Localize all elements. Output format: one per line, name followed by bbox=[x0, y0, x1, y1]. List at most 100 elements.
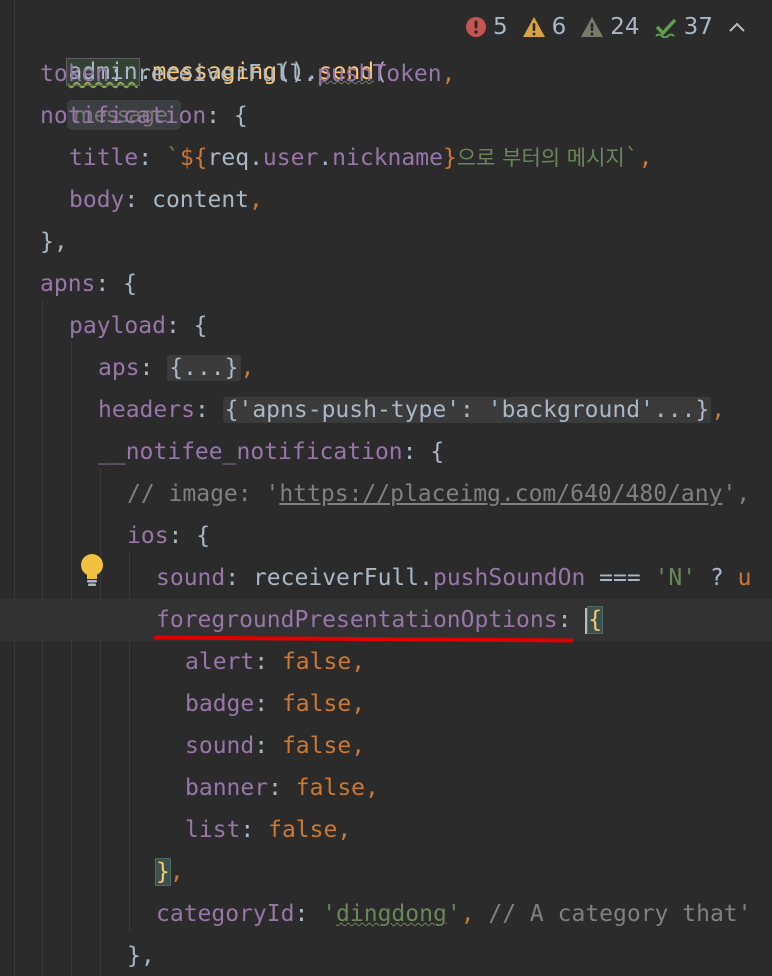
comment-url-link[interactable]: https://placeimg.com/640/480/any bbox=[279, 481, 722, 507]
code-line[interactable]: }, bbox=[40, 221, 68, 263]
prop-categoryId[interactable]: categoryId bbox=[156, 901, 294, 927]
prop-apns[interactable]: apns bbox=[40, 271, 95, 297]
prop-body[interactable]: body bbox=[69, 187, 124, 213]
punctuation: : { bbox=[206, 103, 248, 129]
code-line[interactable]: // image: 'https://placeimg.com/640/480/… bbox=[127, 473, 750, 515]
prop-badge[interactable]: badge bbox=[185, 691, 254, 717]
backtick: ` bbox=[624, 145, 639, 171]
lightbulb-icon[interactable] bbox=[78, 553, 106, 587]
comment: ', bbox=[722, 481, 751, 507]
folded-region[interactable]: {...} bbox=[167, 355, 241, 381]
identifier[interactable]: receiverFull bbox=[253, 565, 419, 591]
code-line[interactable]: sound: false, bbox=[185, 725, 365, 767]
prop-sound[interactable]: sound bbox=[156, 565, 225, 591]
comma: , bbox=[460, 901, 489, 927]
colon: : bbox=[124, 187, 153, 213]
code-line[interactable]: foregroundPresentationOptions: { bbox=[156, 599, 604, 641]
code-line[interactable]: }, bbox=[155, 851, 184, 893]
dot: . bbox=[318, 145, 333, 171]
comma: , bbox=[638, 145, 653, 171]
string-dingdong[interactable]: dingdong bbox=[336, 901, 447, 927]
code-line[interactable]: headers: {'apns-push-type': 'background'… bbox=[98, 389, 725, 431]
code-line[interactable]: title: `${req.user.nickname}으로 부터의 메시지`, bbox=[69, 137, 652, 179]
closing-brace: }, bbox=[40, 229, 68, 255]
weak-warning-count-value: 24 bbox=[610, 14, 640, 40]
code-line[interactable]: ios: { bbox=[127, 515, 210, 557]
identifier-req[interactable]: req bbox=[208, 145, 250, 171]
dot: . bbox=[303, 61, 317, 87]
code-line[interactable]: }, bbox=[127, 935, 155, 976]
colon: : bbox=[294, 901, 323, 927]
chevron-up-icon[interactable] bbox=[727, 20, 747, 34]
weak-warning-count[interactable]: 24 bbox=[580, 14, 640, 40]
prop-nickname[interactable]: nickname bbox=[332, 145, 443, 171]
code-line[interactable]: apns: { bbox=[40, 263, 137, 305]
code-line[interactable]: aps: {...}, bbox=[98, 347, 254, 389]
text-caret bbox=[585, 607, 588, 634]
dot: . bbox=[419, 565, 433, 591]
colon: : bbox=[254, 733, 282, 759]
prop-ios[interactable]: ios bbox=[127, 523, 169, 549]
code-line[interactable]: notification: { bbox=[40, 95, 248, 137]
operator: ? bbox=[696, 565, 738, 591]
prop-foregroundPresentationOptions[interactable]: foregroundPresentationOptions bbox=[156, 607, 558, 633]
code-line[interactable]: categoryId: 'dingdong', // A category th… bbox=[156, 893, 752, 935]
comma: , bbox=[441, 61, 456, 87]
dot: . bbox=[249, 145, 263, 171]
comma: , bbox=[249, 187, 263, 213]
prop-banner[interactable]: banner bbox=[185, 775, 268, 801]
colon: : bbox=[557, 607, 586, 633]
code-line[interactable]: token: receiverFull.pushToken, bbox=[40, 53, 455, 95]
keyword-false: false bbox=[281, 733, 352, 759]
backtick: ` bbox=[165, 145, 180, 171]
colon: : bbox=[109, 61, 137, 87]
code-line[interactable]: badge: false, bbox=[185, 683, 365, 725]
error-icon bbox=[465, 16, 487, 38]
colon: : bbox=[194, 397, 223, 423]
punctuation: : { bbox=[95, 271, 137, 297]
error-count[interactable]: 5 bbox=[465, 14, 508, 40]
typo-check-icon bbox=[654, 16, 678, 38]
prop-notification[interactable]: notification bbox=[40, 103, 206, 129]
code-line[interactable]: admin.messaging().send( message: bbox=[12, 9, 388, 130]
comma: , bbox=[337, 817, 352, 843]
string: 'N' bbox=[654, 565, 697, 591]
comment: // A category that' bbox=[488, 901, 752, 927]
prop-alert[interactable]: alert bbox=[185, 649, 254, 675]
prop-list[interactable]: list bbox=[185, 817, 240, 843]
identifier[interactable]: receiverFull bbox=[137, 61, 303, 87]
prop-payload[interactable]: payload bbox=[69, 313, 166, 339]
prop-pushSoundOn[interactable]: pushSoundOn bbox=[433, 565, 585, 591]
prop-user[interactable]: user bbox=[263, 145, 318, 171]
inspection-widget[interactable]: 5 6 24 37 bbox=[455, 8, 761, 46]
prop-title[interactable]: title bbox=[69, 145, 138, 171]
typo-count[interactable]: 37 bbox=[654, 14, 713, 40]
code-line[interactable]: payload: { bbox=[69, 305, 207, 347]
prop-notifee-notification[interactable]: __notifee_notification bbox=[98, 439, 403, 465]
comma: , bbox=[351, 733, 366, 759]
typo-count-value: 37 bbox=[683, 14, 713, 40]
prop-aps[interactable]: aps bbox=[98, 355, 140, 381]
code-line[interactable]: sound: receiverFull.pushSoundOn === 'N' … bbox=[156, 557, 752, 599]
code-line[interactable]: list: false, bbox=[185, 809, 351, 851]
indent-guide bbox=[71, 342, 72, 976]
prop-pushToken[interactable]: pushToken bbox=[317, 61, 442, 87]
prop-token[interactable]: token bbox=[40, 61, 109, 87]
prop-headers[interactable]: headers bbox=[98, 397, 195, 423]
comma: , bbox=[365, 775, 379, 801]
code-editor[interactable]: admin.messaging().send( message: 5 6 24 bbox=[0, 0, 772, 976]
warning-count[interactable]: 6 bbox=[522, 14, 566, 40]
prop-sound[interactable]: sound bbox=[185, 733, 254, 759]
folded-region[interactable]: {'apns-push-type': 'background'...} bbox=[222, 397, 712, 423]
code-line[interactable]: alert: false, bbox=[185, 641, 365, 683]
identifier-content[interactable]: content bbox=[152, 187, 249, 213]
code-line[interactable]: body: content, bbox=[69, 179, 263, 221]
matched-brace: } bbox=[155, 858, 171, 886]
code-line[interactable]: __notifee_notification: { bbox=[98, 431, 444, 473]
comma: , bbox=[240, 355, 255, 381]
keyword-false: false bbox=[281, 691, 352, 717]
keyword-false: false bbox=[281, 649, 352, 675]
code-line[interactable]: banner: false, bbox=[185, 767, 379, 809]
keyword-false: false bbox=[295, 775, 366, 801]
operator: === bbox=[585, 565, 655, 591]
